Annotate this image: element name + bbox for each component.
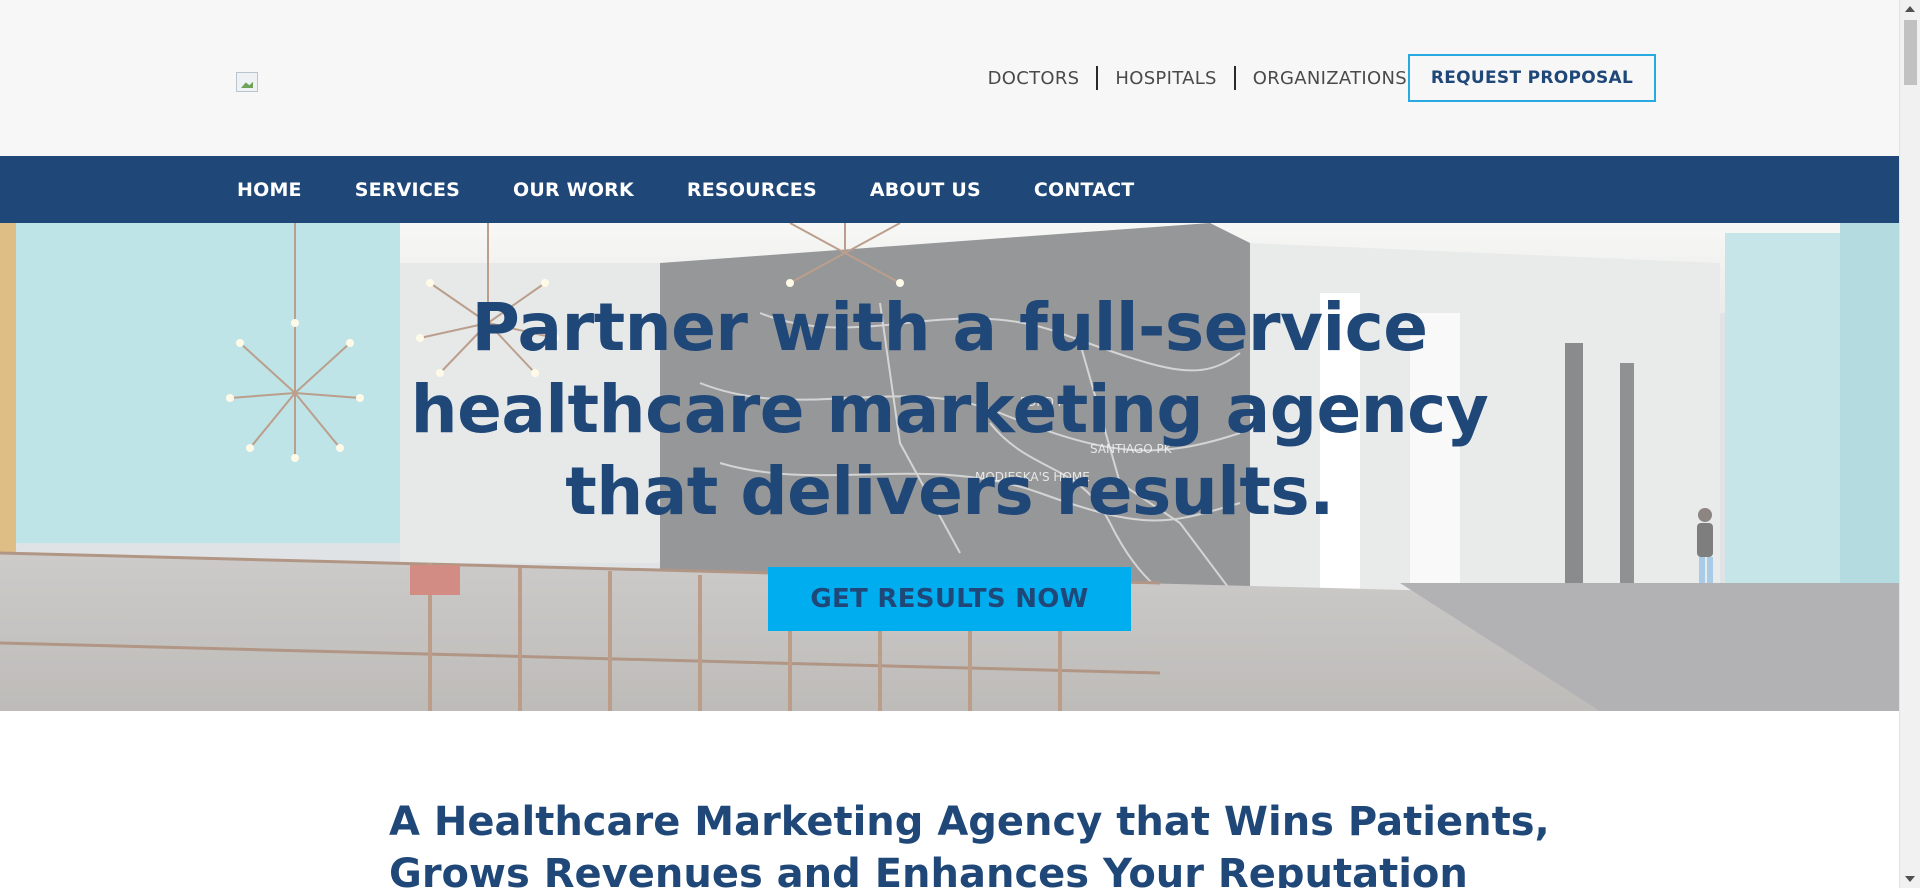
intro-heading-line: A Healthcare Marketing Agency that Wins …: [389, 799, 1550, 845]
hero-headline-line: Partner with a full-service: [471, 289, 1428, 366]
nav-resources[interactable]: RESOURCES: [687, 179, 817, 201]
vertical-scrollbar[interactable]: [1899, 0, 1920, 888]
get-results-now-button[interactable]: GET RESULTS NOW: [768, 567, 1131, 631]
nav-about-us[interactable]: ABOUT US: [870, 179, 981, 201]
hero-headline: Partner with a full-service healthcare m…: [0, 287, 1899, 533]
hero-headline-line: that delivers results.: [565, 453, 1334, 530]
divider: [1096, 66, 1099, 90]
request-proposal-button[interactable]: REQUEST PROPOSAL: [1408, 54, 1656, 102]
main-nav: HOME SERVICES OUR WORK RESOURCES ABOUT U…: [0, 156, 1899, 223]
intro-heading: A Healthcare Marketing Agency that Wins …: [389, 796, 1550, 888]
hero-banner: FORD PK SANTIAGO PK MODJESKA'S HOME Part…: [0, 223, 1899, 711]
scroll-down-arrow-icon[interactable]: [1905, 876, 1915, 882]
intro-heading-line: Grows Revenues and Enhances Your Reputat…: [389, 851, 1468, 888]
nav-our-work[interactable]: OUR WORK: [513, 179, 634, 201]
audience-links: DOCTORS HOSPITALS ORGANIZATIONS: [988, 66, 1407, 90]
top-header: DOCTORS HOSPITALS ORGANIZATIONS REQUEST …: [0, 0, 1899, 156]
hero-headline-line: healthcare marketing agency: [410, 371, 1489, 448]
nav-contact[interactable]: CONTACT: [1034, 179, 1135, 201]
divider: [1233, 66, 1236, 90]
scrollbar-thumb[interactable]: [1904, 20, 1917, 85]
doctors-link[interactable]: DOCTORS: [988, 68, 1080, 89]
site-logo[interactable]: [236, 72, 258, 92]
nav-services[interactable]: SERVICES: [355, 179, 460, 201]
page: DOCTORS HOSPITALS ORGANIZATIONS REQUEST …: [0, 0, 1899, 888]
scroll-up-arrow-icon[interactable]: [1905, 6, 1915, 12]
hospitals-link[interactable]: HOSPITALS: [1115, 68, 1216, 89]
organizations-link[interactable]: ORGANIZATIONS: [1253, 68, 1407, 89]
nav-home[interactable]: HOME: [237, 179, 302, 201]
